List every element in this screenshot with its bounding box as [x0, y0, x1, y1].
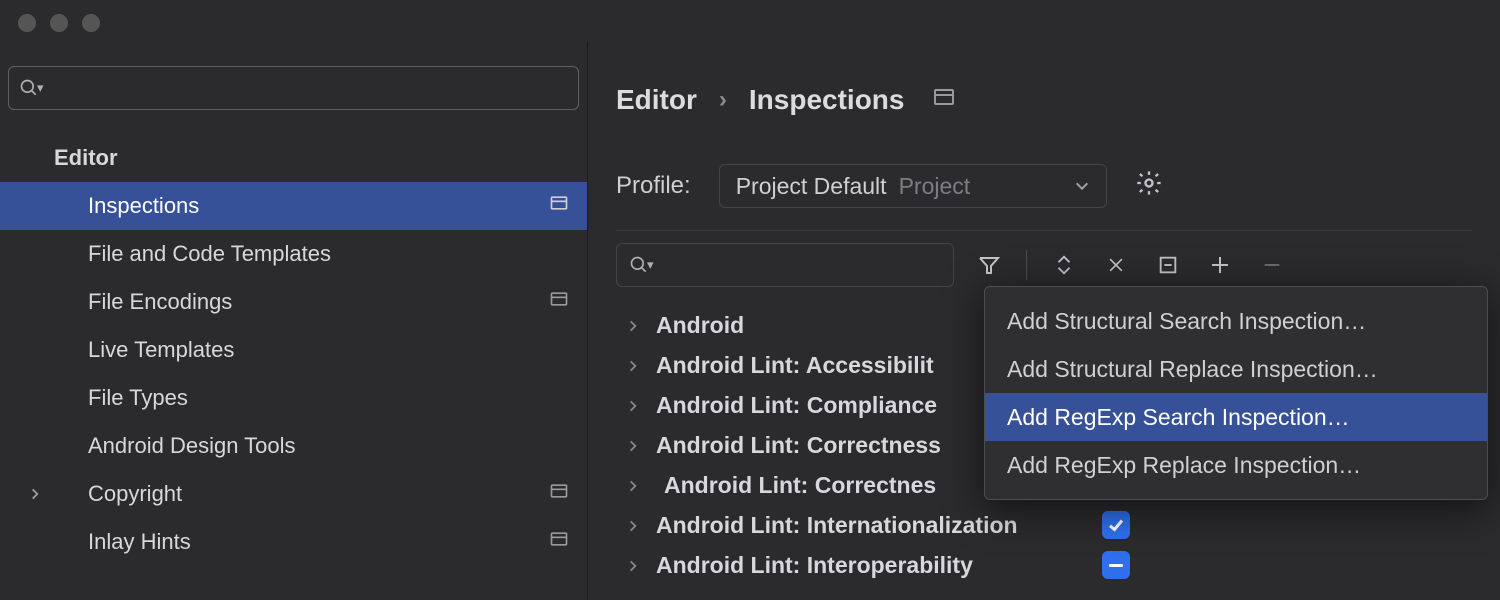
tree-label: Android Lint: Correctness — [656, 432, 941, 459]
sidebar-item-label: File Types — [88, 385, 188, 411]
breadcrumb-part: Editor — [616, 84, 697, 116]
disable-icon[interactable] — [1153, 254, 1183, 276]
checkbox-checked[interactable] — [1102, 511, 1130, 539]
sidebar-item-file-code-templates[interactable]: File and Code Templates — [0, 230, 587, 278]
menu-item-add-regexp-replace[interactable]: Add RegExp Replace Inspection… — [985, 441, 1487, 489]
sidebar-item-label: Live Templates — [88, 337, 234, 363]
menu-item-add-structural-search[interactable]: Add Structural Search Inspection… — [985, 297, 1487, 345]
sidebar-item-inlay-hints[interactable]: Inlay Hints — [0, 518, 587, 566]
traffic-light-close[interactable] — [18, 14, 36, 32]
tree-label: Android Lint: Interoperability — [656, 552, 973, 579]
project-badge-icon — [549, 193, 569, 219]
add-inspection-popup: Add Structural Search Inspection… Add St… — [984, 286, 1488, 500]
separator — [1026, 250, 1027, 280]
sidebar-item-inspections[interactable]: Inspections — [0, 182, 587, 230]
sidebar-item-android-design-tools[interactable]: Android Design Tools — [0, 422, 587, 470]
remove-icon[interactable] — [1257, 254, 1287, 276]
breadcrumb: Editor › Inspections — [616, 42, 1472, 116]
project-badge-icon — [549, 289, 569, 315]
chevron-right-icon — [626, 552, 640, 579]
tree-label: Android Lint: Accessibilit — [656, 352, 934, 379]
filter-icon[interactable] — [974, 253, 1004, 277]
sidebar-item-copyright[interactable]: Copyright — [0, 470, 587, 518]
search-icon — [19, 78, 39, 98]
chevron-right-icon — [28, 481, 42, 507]
window-controls — [0, 0, 1500, 42]
sidebar-item-label: Inlay Hints — [88, 529, 191, 555]
menu-item-add-regexp-search[interactable]: Add RegExp Search Inspection… — [985, 393, 1487, 441]
chevron-right-icon — [626, 352, 640, 379]
project-badge-icon — [549, 481, 569, 507]
tree-label: Android Lint: Compliance — [656, 392, 937, 419]
search-icon — [629, 255, 649, 275]
checkbox-mixed[interactable] — [1102, 551, 1130, 579]
tree-label: Android — [656, 312, 744, 339]
expand-collapse-icon[interactable] — [1049, 254, 1079, 276]
sidebar-search-input[interactable]: ▾ — [8, 66, 579, 110]
add-icon[interactable] — [1205, 253, 1235, 277]
chevron-right-icon — [626, 432, 640, 459]
sidebar-item-label: File and Code Templates — [88, 241, 331, 267]
sidebar-section-editor[interactable]: Editor — [0, 134, 587, 182]
menu-item-add-structural-replace[interactable]: Add Structural Replace Inspection… — [985, 345, 1487, 393]
profile-scope: Project — [899, 173, 971, 200]
profile-label: Profile: — [616, 172, 691, 200]
profile-row: Profile: Project Default Project — [616, 164, 1472, 208]
sidebar-item-label: File Encodings — [88, 289, 232, 315]
profile-select[interactable]: Project Default Project — [719, 164, 1107, 208]
inspections-search-input[interactable]: ▾ — [616, 243, 954, 287]
traffic-light-minimize[interactable] — [50, 14, 68, 32]
sidebar-item-live-templates[interactable]: Live Templates — [0, 326, 587, 374]
chevron-right-icon — [626, 512, 640, 539]
sidebar-item-label: Android Design Tools — [88, 433, 296, 459]
sidebar-nav: Editor Inspections File and Code Templat… — [0, 124, 587, 600]
project-badge-icon — [932, 84, 956, 116]
chevron-right-icon — [626, 392, 640, 419]
breadcrumb-part: Inspections — [749, 84, 905, 116]
project-badge-icon — [549, 529, 569, 555]
tree-category[interactable]: Android Lint: Interoperability — [616, 545, 1472, 585]
gear-icon[interactable] — [1135, 169, 1163, 203]
sidebar-item-label: Copyright — [88, 481, 182, 507]
inspections-toolbar: ▾ — [616, 243, 1472, 287]
preferences-sidebar: ▾ Editor Inspections File and Code Templ… — [0, 42, 588, 600]
profile-name: Project Default — [736, 173, 887, 200]
toolbar-icons — [954, 243, 1287, 287]
sidebar-item-label: Inspections — [88, 193, 199, 219]
chevron-down-icon — [1074, 173, 1090, 200]
chevron-down-icon: ▾ — [647, 257, 654, 273]
chevron-right-icon — [626, 472, 640, 499]
chevron-down-icon: ▾ — [37, 80, 44, 96]
sidebar-item-file-encodings[interactable]: File Encodings — [0, 278, 587, 326]
traffic-light-zoom[interactable] — [82, 14, 100, 32]
tree-category[interactable]: Android Lint: Internationalization — [616, 505, 1472, 545]
reset-icon[interactable] — [1101, 255, 1131, 275]
chevron-right-icon: › — [719, 86, 727, 114]
tree-label: Android Lint: Internationalization — [656, 512, 1018, 539]
tree-label: Android Lint: Correctnes — [664, 472, 936, 499]
chevron-right-icon — [626, 312, 640, 339]
sidebar-item-file-types[interactable]: File Types — [0, 374, 587, 422]
divider — [616, 230, 1472, 231]
